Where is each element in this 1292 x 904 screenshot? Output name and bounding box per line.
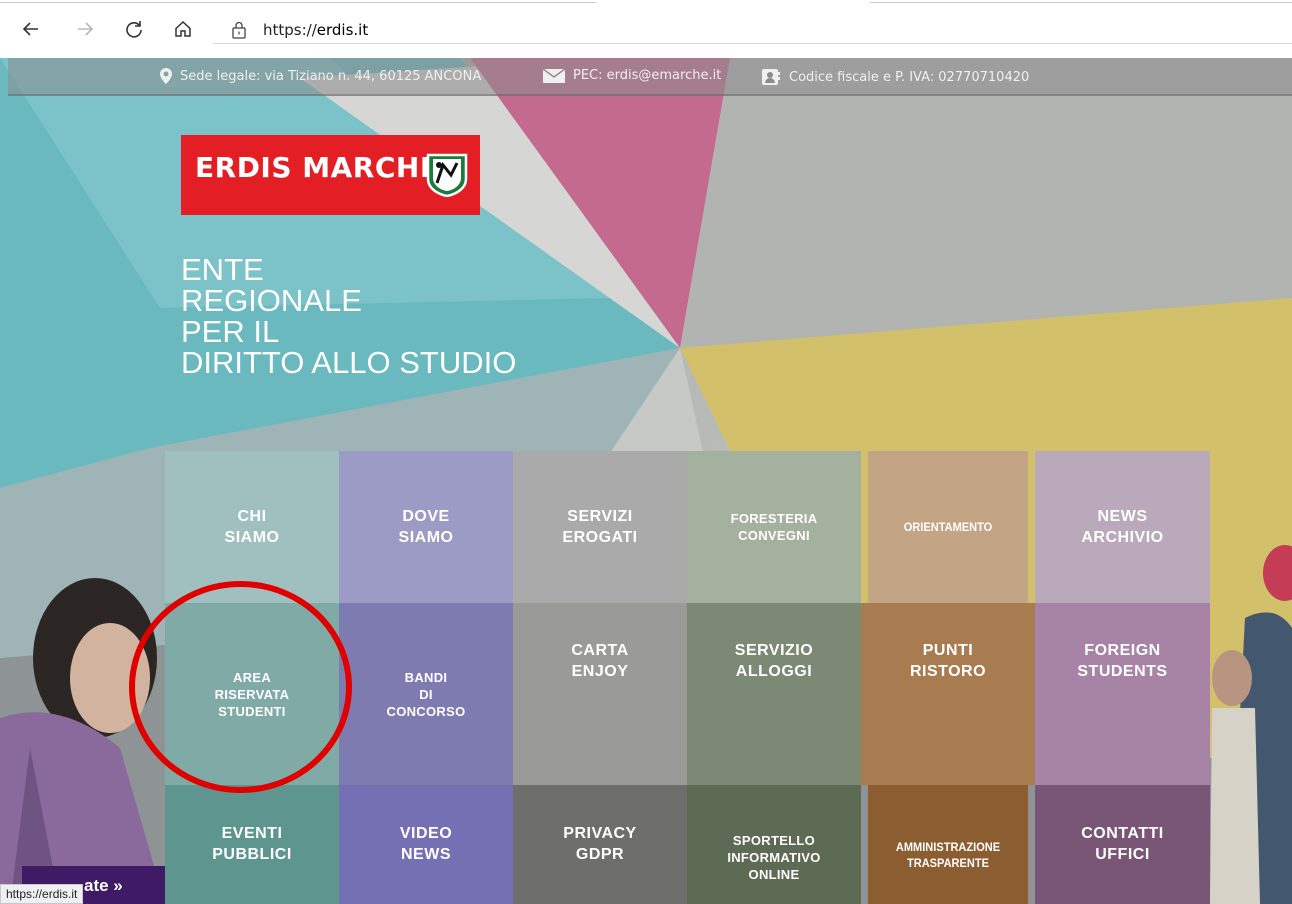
home-button[interactable] <box>170 16 196 42</box>
address-bar[interactable]: https://erdis.it <box>212 16 1292 44</box>
fiscal-code-text: Codice fiscale e P. IVA: 02770710420 <box>789 69 1030 85</box>
tile-privacy-gdpr[interactable]: PRIVACY GDPR <box>513 785 687 904</box>
tile-servizio-alloggi[interactable]: SERVIZIO ALLOGGI <box>687 603 861 785</box>
lock-icon[interactable] <box>231 21 247 39</box>
status-bar-url: https://erdis.it <box>0 884 84 904</box>
tagline: ENTE REGIONALE PER IL DIRITTO ALLO STUDI… <box>181 254 516 378</box>
tile-dove-siamo[interactable]: DOVE SIAMO <box>339 451 513 603</box>
forward-button[interactable] <box>72 16 98 42</box>
tile-orientamento[interactable]: ORIENTAMENTO <box>867 451 1029 603</box>
envelope-icon <box>543 68 565 83</box>
forward-arrow-icon <box>78 22 94 36</box>
reload-button[interactable] <box>121 16 147 42</box>
tile-punti-ristoro[interactable]: PUNTI RISTORO <box>861 603 1035 785</box>
back-button[interactable] <box>18 16 44 42</box>
tile-foresteria-convegni[interactable]: FORESTERIA CONVEGNI <box>687 451 861 603</box>
tagline-line: PER IL <box>181 314 280 349</box>
tile-news-archivio[interactable]: NEWS ARCHIVIO <box>1035 451 1210 603</box>
browser-toolbar: https://erdis.it <box>0 0 1292 58</box>
legal-address-text: Sede legale: via Tiziano n. 44, 60125 AN… <box>180 68 482 84</box>
tile-carta-enjoy[interactable]: CARTA ENJOY <box>513 603 687 785</box>
tagline-line: DIRITTO ALLO STUDIO <box>181 345 517 380</box>
map-pin-icon <box>160 68 172 84</box>
url-scheme: https:// <box>263 21 317 39</box>
tile-servizi-erogati[interactable]: SERVIZI EROGATI <box>513 451 687 603</box>
tile-eventi-pubblici[interactable]: EVENTI PUBBLICI <box>165 785 339 904</box>
tile-contatti-uffici[interactable]: CONTATTI UFFICI <box>1035 785 1210 904</box>
fiscal-code: Codice fiscale e P. IVA: 02770710420 <box>761 68 1029 86</box>
tile-sportello-informativo-online[interactable]: SPORTELLO INFORMATIVO ONLINE <box>687 785 861 904</box>
tile-video-news[interactable]: VIDEO NEWS <box>339 785 513 904</box>
tile-amministrazione-trasparente[interactable]: AMMINISTRAZIONE TRASPARENTE <box>867 785 1029 904</box>
logo-text: ERDIS MARCHE <box>195 151 440 184</box>
tagline-line: REGIONALE <box>181 283 362 318</box>
url-text[interactable]: https://erdis.it <box>263 21 368 39</box>
id-card-icon <box>762 69 780 85</box>
legal-address: Sede legale: via Tiziano n. 44, 60125 AN… <box>160 68 481 84</box>
tab-strip <box>0 0 1292 8</box>
erdis-logo[interactable]: ERDIS MARCHE <box>181 135 480 215</box>
tagline-line: ENTE <box>181 252 264 287</box>
home-icon <box>175 20 191 37</box>
pec-email[interactable]: PEC: erdis@emarche.it <box>543 68 721 83</box>
tile-foreign-students[interactable]: FOREIGN STUDENTS <box>1035 603 1210 785</box>
tile-chi-siamo[interactable]: CHI SIAMO <box>165 451 339 603</box>
pec-email-text[interactable]: PEC: erdis@emarche.it <box>573 68 721 83</box>
web-page: Sede legale: via Tiziano n. 44, 60125 AN… <box>0 58 1292 904</box>
highlight-circle <box>129 581 352 793</box>
translate-label[interactable]: ate » <box>84 876 123 895</box>
tile-bandi-di-concorso[interactable]: BANDI DI CONCORSO <box>339 603 513 785</box>
back-arrow-icon <box>22 22 38 36</box>
url-host: erdis.it <box>316 21 369 39</box>
contact-info-bar: Sede legale: via Tiziano n. 44, 60125 AN… <box>8 58 1292 96</box>
reload-icon <box>126 21 142 38</box>
marche-seal-icon <box>426 153 468 197</box>
